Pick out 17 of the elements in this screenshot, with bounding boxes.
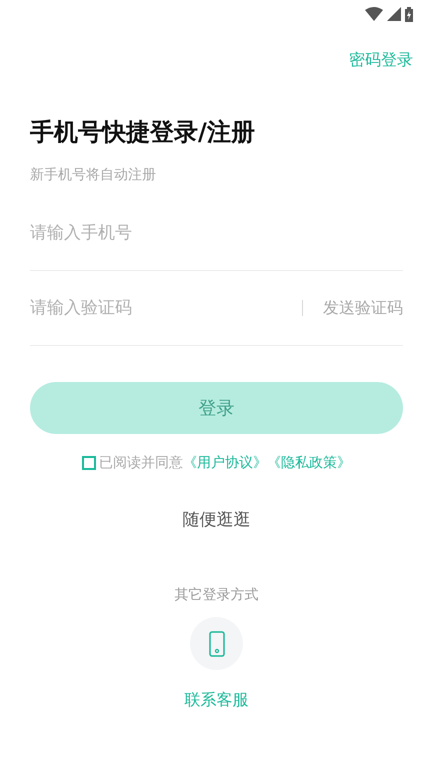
password-login-link[interactable]: 密码登录: [349, 50, 413, 71]
agreement-checkbox[interactable]: [82, 456, 96, 470]
policy-link[interactable]: 《隐私政策》: [267, 454, 351, 472]
subtitle: 新手机号将自动注册: [30, 166, 157, 184]
policy-link[interactable]: 《用户协议》: [183, 454, 267, 472]
phone-icon: [208, 630, 224, 656]
page-title: 手机号快捷登录/注册: [30, 117, 256, 148]
agreement-text: 已阅读并同意: [99, 454, 183, 472]
wifi-icon: [365, 7, 383, 21]
other-login-label: 其它登录方式: [174, 586, 258, 604]
phone-input[interactable]: 请输入手机号: [30, 213, 403, 253]
battery-icon: [405, 6, 413, 22]
browse-button[interactable]: 随便逛逛: [176, 507, 256, 532]
code-input[interactable]: 请输入验证码: [30, 288, 302, 328]
contact-service-link[interactable]: 联系客服: [184, 690, 248, 711]
signal-icon: [387, 7, 401, 21]
send-code-button[interactable]: 发送验证码: [323, 298, 403, 318]
